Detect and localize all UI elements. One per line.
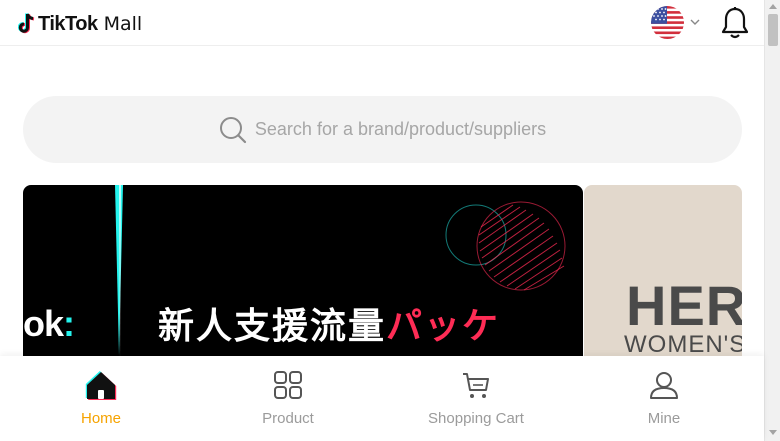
user-icon [650,372,678,399]
nav-item-home[interactable]: Home [21,356,181,441]
banner-left-fragment: ok: [23,303,75,344]
chevron-down-icon[interactable] [689,17,701,27]
nav-label-home: Home [80,410,121,427]
nav-item-shopping-cart[interactable]: Shopping Cart [396,356,556,441]
tiktok-note-icon [18,13,35,34]
nav-item-mine[interactable]: Mine [584,356,744,441]
scrollbar-thumb[interactable] [768,14,778,46]
side-banner-small-text: WOMEN'S [624,331,742,358]
nav-label-shopping-cart: Shopping Cart [428,410,524,427]
nav-item-product[interactable]: Product [208,356,368,441]
logo-sub: Mall [103,13,143,35]
scroll-down-arrow-icon[interactable] [769,430,777,435]
vertical-scrollbar[interactable] [764,0,780,441]
nav-label-mine: Mine [647,410,681,427]
logo-name: TikTok [38,12,98,35]
bottom-navigation: Home Product Shopping Cart Mine [0,356,764,441]
promo-banner-side[interactable]: HER WOMEN'S [584,185,742,365]
side-banner-big-text: HER [626,274,742,337]
search-bar[interactable]: Search for a brand/product/suppliers [23,96,742,163]
promo-banner-main[interactable]: ok: 新人支援流量パッケ [23,185,583,365]
scroll-up-arrow-icon[interactable] [769,4,777,9]
nav-label-product: Product [262,410,314,427]
cart-icon [463,373,489,398]
search-icon [219,116,247,143]
banner-title: 新人支援流量パッケ [158,306,501,347]
bell-icon[interactable] [720,6,750,40]
tiktok-mall-logo[interactable]: TikTok Mall [18,12,142,36]
us-flag-icon[interactable] [651,6,684,39]
home-icon [85,371,117,400]
grid-icon [274,371,302,399]
search-placeholder[interactable]: Search for a brand/product/suppliers [255,119,546,140]
top-header: TikTok Mall [0,0,764,46]
